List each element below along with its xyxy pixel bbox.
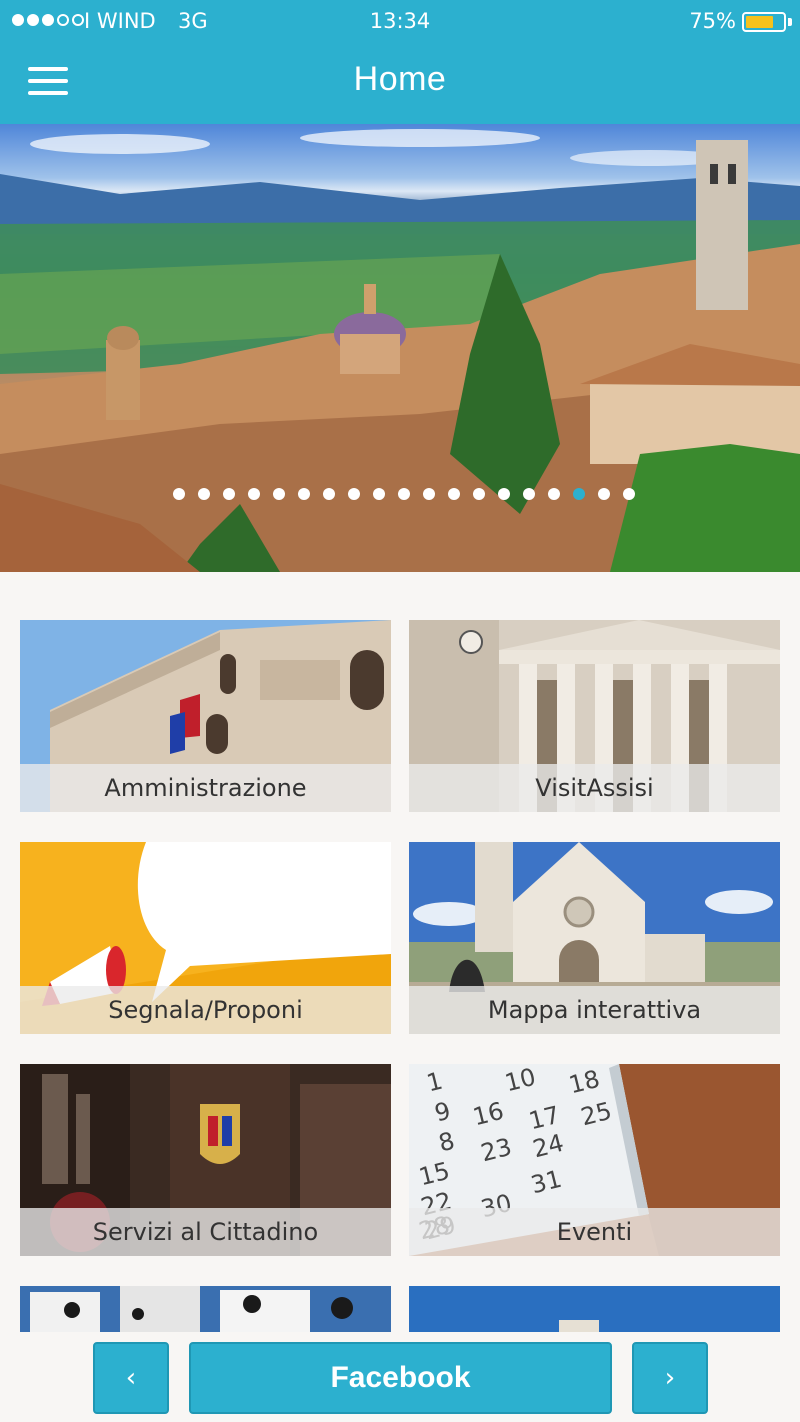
facebook-button[interactable]: Facebook (189, 1342, 612, 1414)
pager-dot[interactable] (348, 488, 360, 500)
tile-label: VisitAssisi (535, 774, 654, 802)
next-button[interactable]: › (632, 1342, 708, 1414)
tile-label-band: Mappa interattiva (409, 986, 780, 1034)
tile-dice[interactable] (20, 1286, 391, 1334)
calendar-number: 1 (423, 1066, 446, 1098)
tile-label: Servizi al Cittadino (92, 1218, 319, 1246)
pager-dot[interactable] (173, 488, 185, 500)
pager-dot[interactable] (223, 488, 235, 500)
pager-dot[interactable] (498, 488, 510, 500)
tile-eventi[interactable]: 19108161718152324252230312928 Eventi (409, 1064, 780, 1256)
pager-dot[interactable] (523, 488, 535, 500)
previous-button[interactable]: ‹ (93, 1342, 169, 1414)
pager-dot-active[interactable] (573, 488, 585, 500)
carousel-pager[interactable] (0, 488, 800, 500)
navigation-bar: Home (0, 44, 800, 124)
home-screen: I WIND 3G 13:34 75% Home Amministrazione… (0, 0, 800, 1422)
battery-fill (746, 16, 773, 28)
dice-image (20, 1286, 391, 1334)
bottom-bar: ‹ Facebook › (0, 1332, 800, 1422)
tile-label: Mappa interattiva (487, 996, 702, 1024)
tile-visitassisi[interactable]: VisitAssisi (409, 620, 780, 812)
pager-dot[interactable] (248, 488, 260, 500)
tile-segnala-proponi[interactable]: Segnala/Proponi (20, 842, 391, 1034)
calendar-number: 23 (478, 1132, 515, 1168)
tile-label-band: Segnala/Proponi (20, 986, 391, 1034)
tile-amministrazione[interactable]: Amministrazione (20, 620, 391, 812)
page-title: Home (353, 60, 447, 98)
tile-label-band: VisitAssisi (409, 764, 780, 812)
tile-label-band: Eventi (409, 1208, 780, 1256)
tile-label-band: Servizi al Cittadino (20, 1208, 391, 1256)
pager-dot[interactable] (623, 488, 635, 500)
pager-dot[interactable] (273, 488, 285, 500)
pager-dot[interactable] (323, 488, 335, 500)
assisi-panorama-image (0, 129, 800, 572)
pager-dot[interactable] (373, 488, 385, 500)
calendar-number: 31 (528, 1164, 565, 1200)
top-bar: I WIND 3G 13:34 75% Home (0, 0, 800, 124)
hero-carousel[interactable] (0, 124, 800, 572)
pager-dot[interactable] (598, 488, 610, 500)
calendar-number: 16 (470, 1096, 507, 1132)
status-bar: I WIND 3G 13:34 75% (0, 0, 800, 44)
tile-label: Eventi (556, 1218, 633, 1246)
calendar-number: 18 (566, 1064, 603, 1100)
tile-label: Amministrazione (104, 774, 307, 802)
pager-dot[interactable] (448, 488, 460, 500)
pager-dot[interactable] (298, 488, 310, 500)
calendar-number: 10 (502, 1064, 539, 1098)
pager-dot[interactable] (473, 488, 485, 500)
tile-servizi-cittadino[interactable]: Servizi al Cittadino (20, 1064, 391, 1256)
battery-icon (742, 12, 786, 32)
pager-dot[interactable] (423, 488, 435, 500)
tile-blue-sky[interactable] (409, 1286, 780, 1334)
tile-mappa-interattiva[interactable]: Mappa interattiva (409, 842, 780, 1034)
calendar-number: 24 (530, 1128, 567, 1164)
calendar-number: 8 (435, 1126, 458, 1158)
tile-label-band: Amministrazione (20, 764, 391, 812)
calendar-number: 25 (578, 1096, 615, 1132)
pager-dot[interactable] (398, 488, 410, 500)
battery-percentage: 75% (689, 9, 736, 33)
status-time: 13:34 (369, 9, 431, 33)
calendar-number: 9 (431, 1096, 454, 1128)
tile-label: Segnala/Proponi (108, 996, 303, 1024)
battery-tip (788, 18, 792, 26)
blue-sky-image (409, 1286, 780, 1334)
pager-dot[interactable] (548, 488, 560, 500)
pager-dot[interactable] (198, 488, 210, 500)
